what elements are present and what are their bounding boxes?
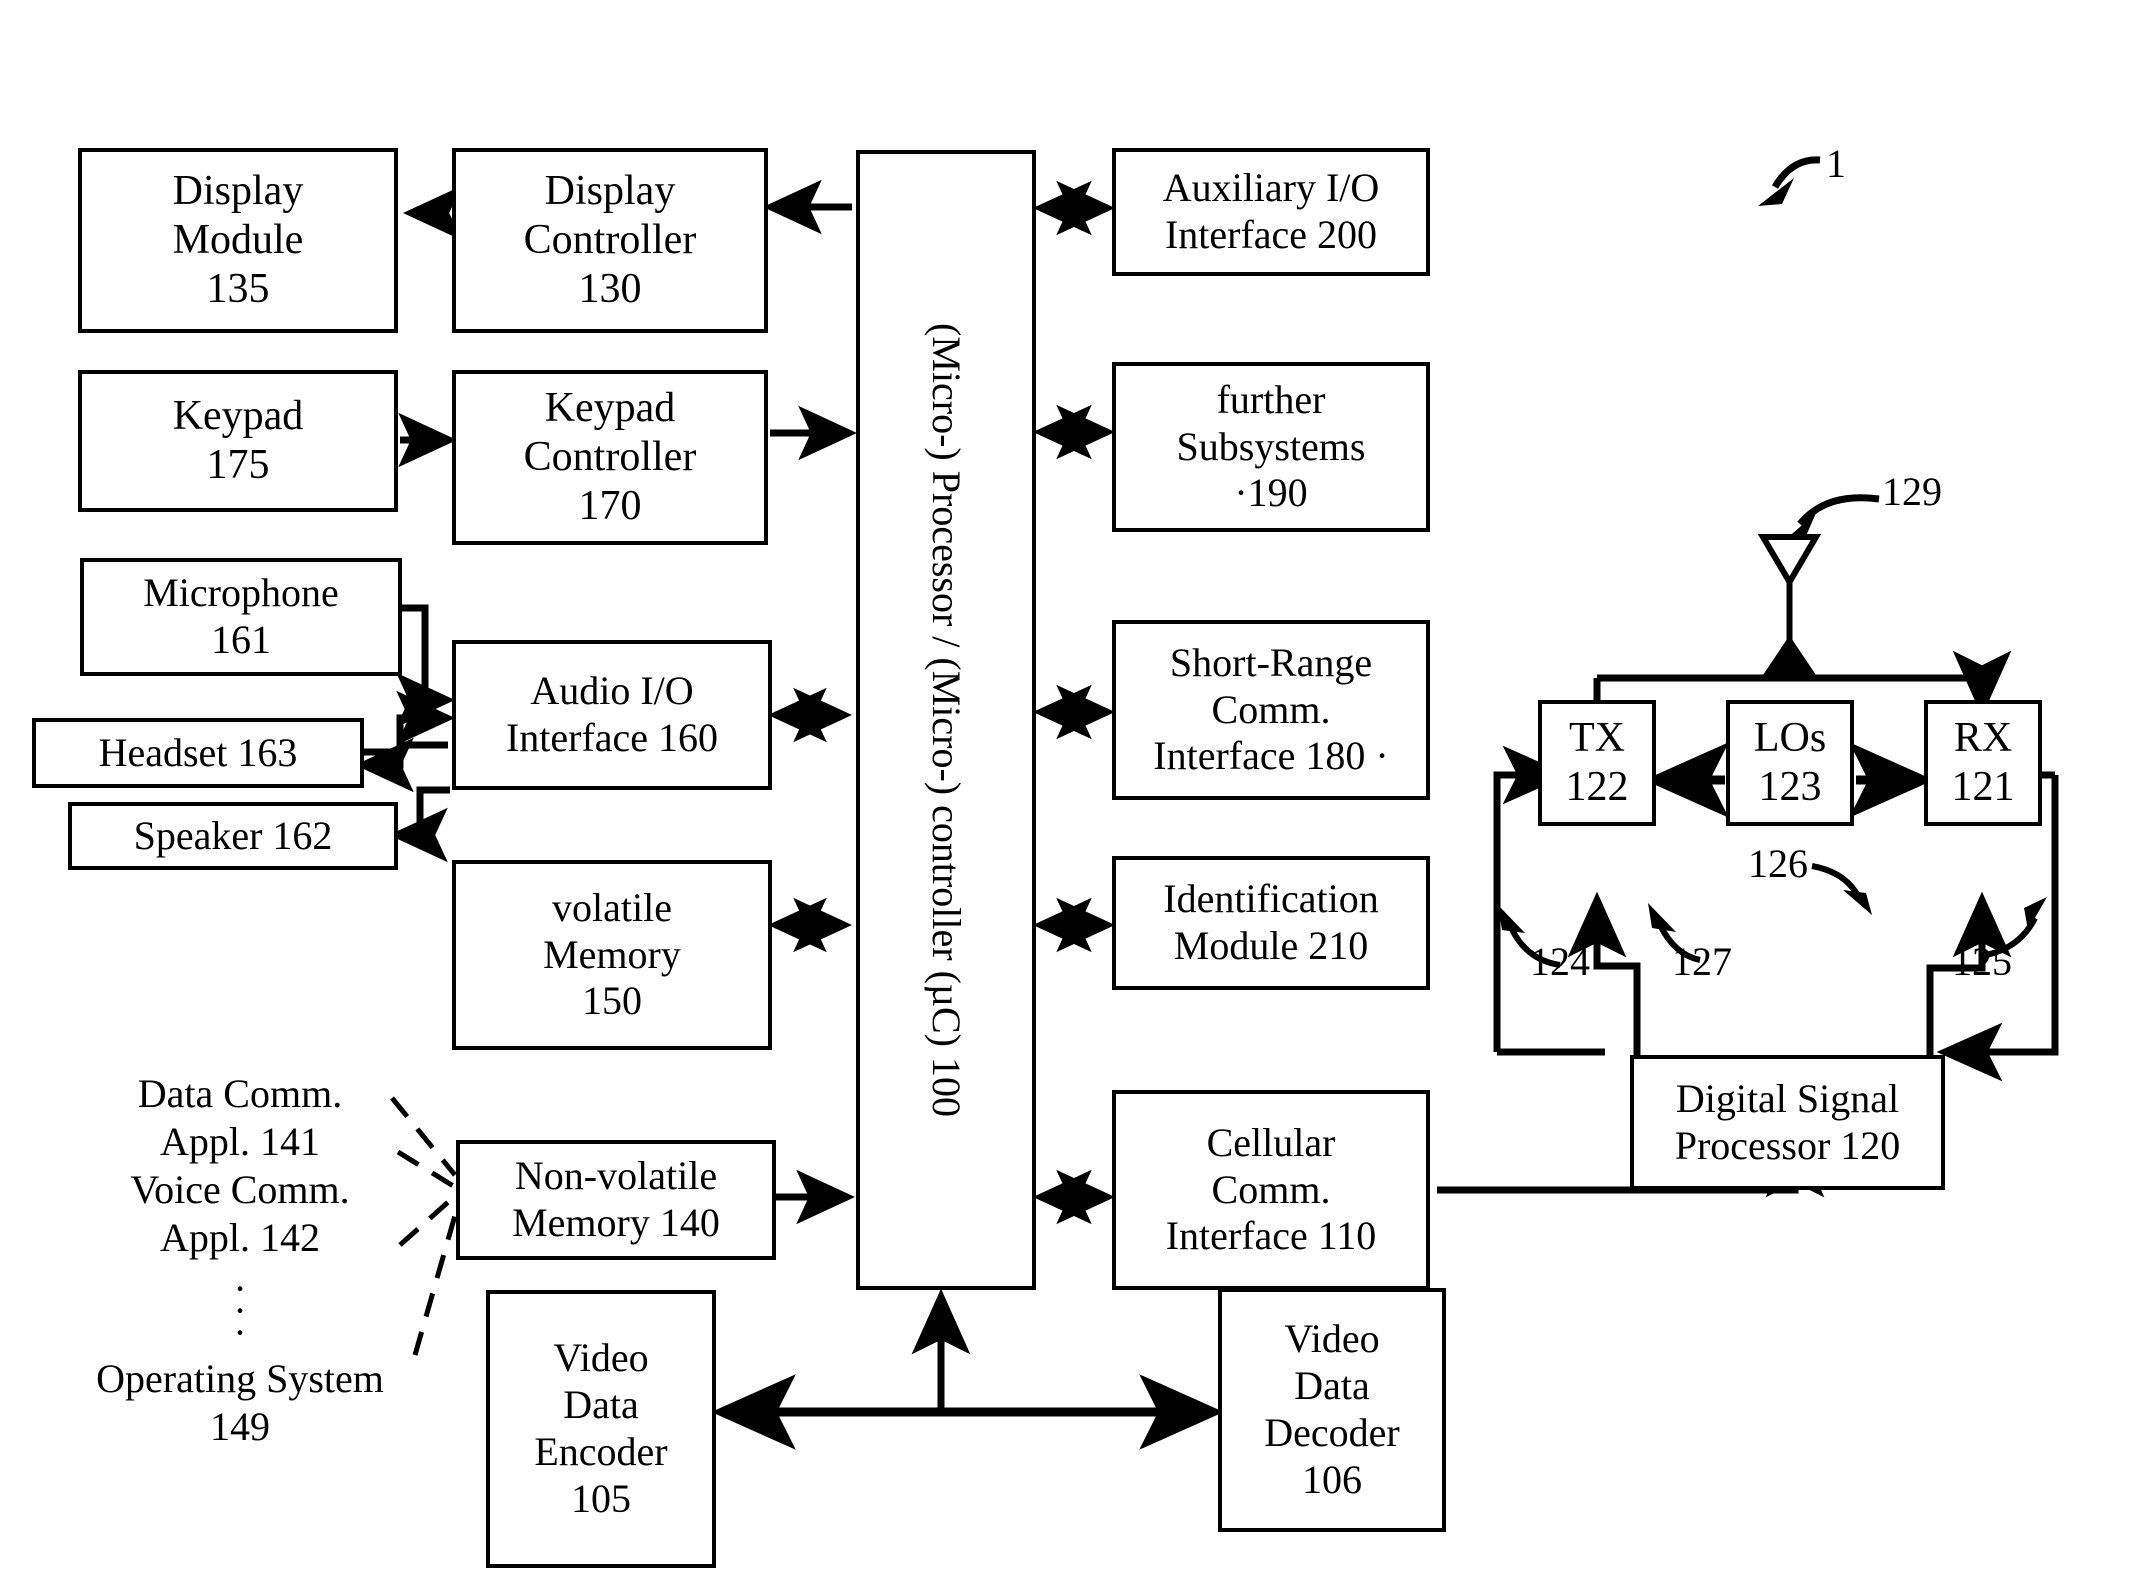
voice-comm-appl-line-2: Appl. 142 bbox=[160, 1215, 320, 1260]
ref-numeral-126: 126 bbox=[1748, 841, 1808, 886]
voice-comm-appl-line-1: Voice Comm. bbox=[130, 1167, 350, 1212]
identification-line-1: Identification bbox=[1163, 876, 1379, 922]
ref-numeral-124: 124 bbox=[1530, 939, 1590, 984]
node-microphone[interactable]: Microphone 161 bbox=[80, 558, 402, 676]
keypad-line-1: Keypad bbox=[172, 392, 304, 439]
keypad-line-2: 175 bbox=[206, 442, 270, 488]
display-module-line-2: Module bbox=[172, 216, 304, 263]
video-encoder-line-3: Encoder bbox=[534, 1429, 668, 1474]
data-comm-appl-line-1: Data Comm. bbox=[137, 1071, 343, 1116]
dsp-line-2: Processor 120 bbox=[1674, 1122, 1901, 1168]
display-module-line-1: Display bbox=[172, 167, 304, 214]
headset-label: Headset 163 bbox=[98, 729, 298, 775]
volatile-memory-line-3: 150 bbox=[582, 978, 642, 1024]
display-controller-line-3: 130 bbox=[578, 266, 642, 313]
volatile-memory-line-2: Memory bbox=[543, 931, 681, 977]
video-decoder-line-1: Video bbox=[1284, 1316, 1380, 1362]
video-decoder-line-4: 106 bbox=[1302, 1456, 1362, 1502]
audio-io-line-2: Interface 160 bbox=[505, 715, 719, 760]
cpu-rotated-text: (Micro-) Processor / (Micro-) controller… bbox=[921, 323, 971, 1117]
node-further-subsystems[interactable]: further Subsystems ·190 bbox=[1112, 362, 1430, 532]
microphone-line-1: Microphone bbox=[143, 570, 339, 616]
node-keypad-controller[interactable]: Keypad Controller 170 bbox=[452, 370, 768, 545]
los-line-2: 123 bbox=[1758, 764, 1822, 810]
data-comm-appl-line-2: Appl. 141 bbox=[160, 1119, 320, 1164]
keypad-controller-line-3: 170 bbox=[578, 483, 642, 530]
patent-figure-canvas: Display Module 135 Display Controller 13… bbox=[0, 0, 2156, 1596]
node-microprocessor-microcontroller[interactable]: (Micro-) Processor / (Micro-) controller… bbox=[856, 150, 1036, 1290]
node-cellular-comm-interface[interactable]: Cellular Comm. Interface 110 bbox=[1112, 1090, 1430, 1290]
operating-system-line-1: Operating System bbox=[96, 1356, 384, 1401]
video-encoder-line-4: 105 bbox=[571, 1475, 631, 1521]
ref-numeral-125: 125 bbox=[1952, 939, 2012, 984]
node-video-data-decoder[interactable]: Video Data Decoder 106 bbox=[1218, 1288, 1446, 1532]
short-range-line-2: Comm. bbox=[1211, 686, 1331, 732]
cpu-ref-number: 100 bbox=[924, 1056, 969, 1117]
display-controller-line-1: Display bbox=[544, 167, 676, 214]
video-encoder-line-1: Video bbox=[553, 1335, 649, 1381]
ref-numeral-antenna-129: 129 bbox=[1882, 469, 1942, 514]
cpu-title: (Micro-) Processor / (Micro-) controller… bbox=[924, 323, 969, 1047]
node-volatile-memory[interactable]: volatile Memory 150 bbox=[452, 860, 772, 1050]
node-tx[interactable]: TX 122 bbox=[1538, 700, 1656, 826]
node-display-module[interactable]: Display Module 135 bbox=[78, 148, 398, 333]
nonvolatile-memory-line-1: Non-volatile bbox=[514, 1153, 718, 1199]
rx-line-1: RX bbox=[1953, 714, 2013, 761]
keypad-controller-line-2: Controller bbox=[523, 433, 697, 480]
node-los[interactable]: LOs 123 bbox=[1726, 700, 1854, 826]
nonvolatile-memory-line-2: Memory 140 bbox=[512, 1200, 720, 1245]
node-short-range-comm-interface[interactable]: Short-Range Comm. Interface 180 · bbox=[1112, 620, 1430, 800]
node-nonvolatile-memory[interactable]: Non-volatile Memory 140 bbox=[456, 1140, 776, 1260]
tx-line-2: 122 bbox=[1565, 764, 1629, 810]
node-headset[interactable]: Headset 163 bbox=[32, 718, 364, 788]
tx-line-1: TX bbox=[1569, 714, 1625, 761]
dsp-line-1: Digital Signal bbox=[1675, 1075, 1900, 1121]
operating-system-label: Operating System 149 bbox=[60, 1355, 420, 1451]
short-range-line-1: Short-Range bbox=[1169, 639, 1373, 685]
identification-line-2: Module 210 bbox=[1173, 923, 1369, 968]
further-subsystems-line-3: ·190 bbox=[1234, 470, 1308, 516]
software-stack-labels: Data Comm. Appl. 141 Voice Comm. Appl. 1… bbox=[90, 1070, 390, 1262]
ellipsis-dot-3: · bbox=[233, 1310, 247, 1355]
cellular-line-1: Cellular bbox=[1206, 1119, 1336, 1165]
display-controller-line-2: Controller bbox=[523, 216, 697, 263]
vertical-ellipsis: · · · bbox=[90, 1269, 390, 1355]
further-subsystems-line-2: Subsystems bbox=[1176, 423, 1366, 469]
volatile-memory-line-1: volatile bbox=[552, 884, 672, 930]
node-digital-signal-processor[interactable]: Digital Signal Processor 120 bbox=[1630, 1055, 1945, 1190]
keypad-controller-line-1: Keypad bbox=[544, 384, 676, 431]
further-subsystems-line-1: further bbox=[1216, 376, 1326, 422]
audio-io-line-1: Audio I/O bbox=[530, 668, 694, 714]
node-identification-module[interactable]: Identification Module 210 bbox=[1112, 856, 1430, 990]
ref-numeral-127: 127 bbox=[1672, 939, 1732, 984]
short-range-line-3: Interface 180 · bbox=[1153, 733, 1389, 779]
speaker-label: Speaker 162 bbox=[133, 812, 333, 858]
video-decoder-line-3: Decoder bbox=[1264, 1410, 1400, 1455]
figure-number-label: 1 bbox=[1826, 141, 1846, 186]
aux-io-line-1: Auxiliary I/O bbox=[1162, 165, 1380, 211]
video-decoder-line-2: Data bbox=[1294, 1363, 1370, 1409]
node-video-data-encoder[interactable]: Video Data Encoder 105 bbox=[486, 1290, 716, 1568]
los-line-1: LOs bbox=[1753, 714, 1827, 761]
aux-io-line-2: Interface 200 bbox=[1164, 212, 1378, 257]
cellular-line-3: Interface 110 bbox=[1165, 1213, 1377, 1259]
node-rx[interactable]: RX 121 bbox=[1924, 700, 2042, 826]
display-module-line-3: 135 bbox=[206, 266, 270, 313]
microphone-line-2: 161 bbox=[211, 617, 271, 662]
rx-line-2: 121 bbox=[1951, 764, 2015, 810]
cellular-line-2: Comm. bbox=[1211, 1166, 1331, 1212]
node-display-controller[interactable]: Display Controller 130 bbox=[452, 148, 768, 333]
node-auxiliary-io-interface[interactable]: Auxiliary I/O Interface 200 bbox=[1112, 148, 1430, 276]
operating-system-line-2: 149 bbox=[210, 1404, 270, 1449]
node-speaker[interactable]: Speaker 162 bbox=[68, 802, 398, 870]
node-keypad[interactable]: Keypad 175 bbox=[78, 370, 398, 512]
node-audio-io-interface[interactable]: Audio I/O Interface 160 bbox=[452, 640, 772, 790]
video-encoder-line-2: Data bbox=[563, 1382, 639, 1428]
